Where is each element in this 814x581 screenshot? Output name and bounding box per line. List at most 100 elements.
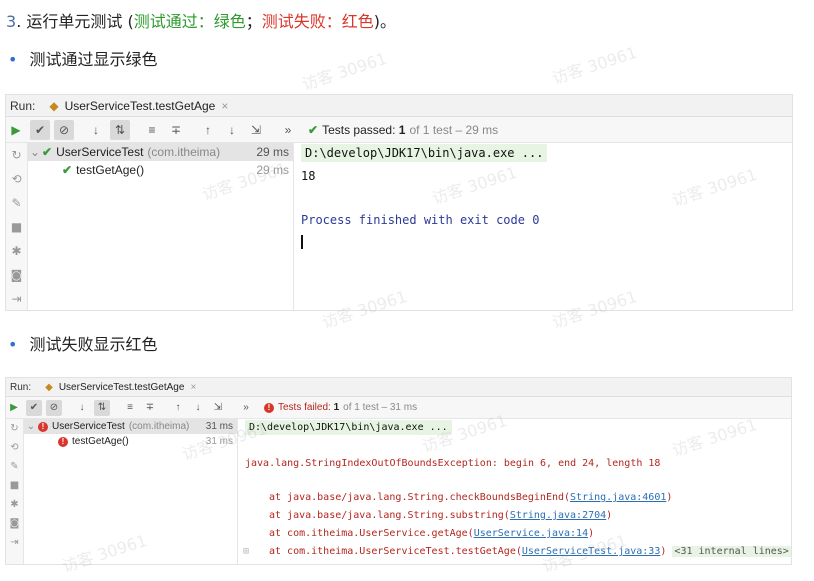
suite-name: UserServiceTest: [56, 145, 144, 159]
heading-pass-text: 测试通过：绿色: [133, 12, 246, 31]
next-failed-icon[interactable]: ↓: [222, 120, 242, 140]
rerun-failed-icon[interactable]: ↻: [11, 143, 21, 167]
source-link[interactable]: String.java:2704: [510, 510, 606, 521]
test-status: ✔ Tests passed: 1 of 1 test – 29 ms: [308, 123, 498, 137]
run-tab-label: UserServiceTest.testGetAge: [58, 381, 185, 393]
collapse-all-icon[interactable]: ∓: [142, 400, 158, 416]
stop-icon[interactable]: ■: [11, 215, 22, 239]
run-tabbar: Run: ◆ UserServiceTest.testGetAge ×: [6, 378, 791, 397]
camera-icon[interactable]: ◙: [11, 263, 23, 287]
rerun-icon[interactable]: ▶: [6, 120, 26, 140]
export-icon[interactable]: ⇲: [210, 400, 226, 416]
stack-frame: at java.base/java.lang.String.checkBound…: [269, 492, 673, 503]
test-name: testGetAge(): [76, 163, 145, 177]
camera-icon[interactable]: ◙: [10, 514, 20, 533]
bullet-dot-icon: •: [8, 50, 18, 69]
rerun-icon[interactable]: ▶: [6, 400, 22, 416]
status-rest: of 1 test – 31 ms: [343, 402, 418, 413]
text-cursor: [301, 235, 303, 249]
run-config-icon: ◆: [45, 381, 53, 393]
console-exception: java.lang.StringIndexOutOfBoundsExceptio…: [245, 458, 661, 469]
tree-suite-row[interactable]: ⌄ ✔ UserServiceTest (com.itheima) 29 ms: [28, 143, 293, 161]
test-toolbar: ▶ ✔ ⊘ ↓ ⇅ ≡ ∓ ↑ ↓ ⇲ » ! Tests failed: 1 …: [6, 397, 791, 419]
console-output[interactable]: D:\develop\JDK17\bin\java.exe ... 18 Pro…: [295, 143, 792, 310]
status-count: 1: [398, 122, 406, 137]
error-icon: !: [58, 436, 68, 447]
collapse-all-icon[interactable]: ∓: [166, 120, 186, 140]
more-icon[interactable]: »: [238, 400, 254, 416]
show-ignored-icon[interactable]: ⊘: [46, 399, 62, 416]
bullet-dot-icon: •: [8, 335, 18, 354]
side-toolbar: ↻ ⟲ ✎ ■ ✱ ◙ ⇥: [6, 419, 24, 564]
bullet-fail-text: 测试失败显示红色: [29, 335, 158, 354]
run-label: Run:: [10, 98, 36, 113]
run-tabbar: Run: ◆ UserServiceTest.testGetAge ×: [6, 95, 792, 117]
show-passed-icon[interactable]: ✔: [30, 119, 50, 140]
run-tab[interactable]: ◆ UserServiceTest.testGetAge ×: [49, 99, 228, 113]
stack-frame: at com.itheima.UserService.getAge(UserSe…: [269, 528, 595, 539]
exit-icon[interactable]: ⇥: [10, 533, 18, 552]
internal-lines-fold[interactable]: <31 internal lines>: [672, 546, 791, 557]
settings-wrench-icon[interactable]: ✎: [10, 457, 18, 476]
bullet-pass: • 测试通过显示绿色: [8, 48, 157, 72]
debug-icon[interactable]: ✱: [10, 495, 18, 514]
heading-number: 3: [6, 12, 17, 31]
run-config-icon: ◆: [49, 98, 59, 113]
watermark: 访客 30961: [299, 48, 390, 95]
source-link[interactable]: String.java:4601: [570, 492, 666, 503]
sort-alpha-icon[interactable]: ↓: [86, 120, 106, 140]
check-icon: ✔: [62, 163, 73, 177]
close-icon[interactable]: ×: [190, 382, 196, 393]
suite-package: (com.itheima): [128, 421, 190, 432]
expand-all-icon[interactable]: ≡: [142, 120, 162, 140]
section-heading: 3. 运行单元测试 (测试通过：绿色；测试失败：红色)。: [6, 10, 396, 34]
debug-icon[interactable]: ✱: [11, 239, 21, 263]
prev-failed-icon[interactable]: ↑: [170, 400, 186, 416]
check-icon: ✔: [308, 122, 319, 137]
source-link[interactable]: UserService.java:14: [474, 528, 588, 539]
suite-name: UserServiceTest: [52, 421, 125, 432]
status-count: 1: [333, 402, 340, 413]
close-icon[interactable]: ×: [221, 99, 228, 113]
sort-duration-icon[interactable]: ⇅: [94, 399, 110, 416]
prev-failed-icon[interactable]: ↑: [198, 120, 218, 140]
bullet-pass-text: 测试通过显示绿色: [29, 50, 158, 69]
tree-suite-row[interactable]: ⌄ ! UserServiceTest (com.itheima) 31 ms: [24, 419, 237, 434]
expand-all-icon[interactable]: ≡: [122, 400, 138, 416]
sort-alpha-icon[interactable]: ↓: [74, 400, 90, 416]
stop-icon[interactable]: ■: [10, 476, 19, 495]
console-finish-line: Process finished with exit code 0: [301, 213, 540, 227]
toggle-auto-test-icon[interactable]: ⟲: [10, 438, 18, 457]
fold-icon[interactable]: ⊞: [243, 546, 249, 557]
test-toolbar: ▶ ✔ ⊘ ↓ ⇅ ≡ ∓ ↑ ↓ ⇲ » ✔ Tests passed: 1 …: [6, 117, 792, 143]
heading-text: . 运行单元测试 (: [16, 12, 134, 31]
stack-frame: at java.base/java.lang.String.substring(…: [269, 510, 613, 521]
toggle-auto-test-icon[interactable]: ⟲: [11, 167, 21, 191]
export-icon[interactable]: ⇲: [246, 120, 266, 140]
console-output-line: 18: [301, 169, 316, 183]
settings-wrench-icon[interactable]: ✎: [11, 191, 21, 215]
chevron-down-icon[interactable]: ⌄: [24, 421, 38, 432]
watermark: 访客 30961: [549, 42, 640, 89]
run-tab[interactable]: ◆ UserServiceTest.testGetAge ×: [45, 382, 196, 393]
heading-separator: ；: [245, 12, 262, 31]
status-prefix: Tests failed:: [278, 402, 331, 413]
test-name: testGetAge(): [72, 436, 129, 447]
chevron-down-icon[interactable]: ⌄: [28, 145, 42, 159]
exit-icon[interactable]: ⇥: [11, 287, 21, 310]
stack-frame: ⊞ at com.itheima.UserServiceTest.testGetA…: [243, 546, 791, 557]
rerun-failed-icon[interactable]: ↻: [10, 419, 18, 438]
status-rest: of 1 test – 29 ms: [409, 122, 499, 137]
error-icon: !: [38, 421, 48, 432]
sort-duration-icon[interactable]: ⇅: [110, 119, 130, 140]
bullet-fail: • 测试失败显示红色: [8, 333, 157, 357]
side-toolbar: ↻ ⟲ ✎ ■ ✱ ◙ ⇥: [6, 143, 28, 310]
show-passed-icon[interactable]: ✔: [26, 399, 42, 416]
next-failed-icon[interactable]: ↓: [190, 400, 206, 416]
show-ignored-icon[interactable]: ⊘: [54, 119, 74, 140]
run-tab-label: UserServiceTest.testGetAge: [64, 98, 216, 113]
heading-end: )。: [373, 12, 396, 31]
more-icon[interactable]: »: [278, 120, 298, 140]
error-icon: !: [264, 402, 274, 413]
check-icon: ✔: [42, 145, 53, 159]
